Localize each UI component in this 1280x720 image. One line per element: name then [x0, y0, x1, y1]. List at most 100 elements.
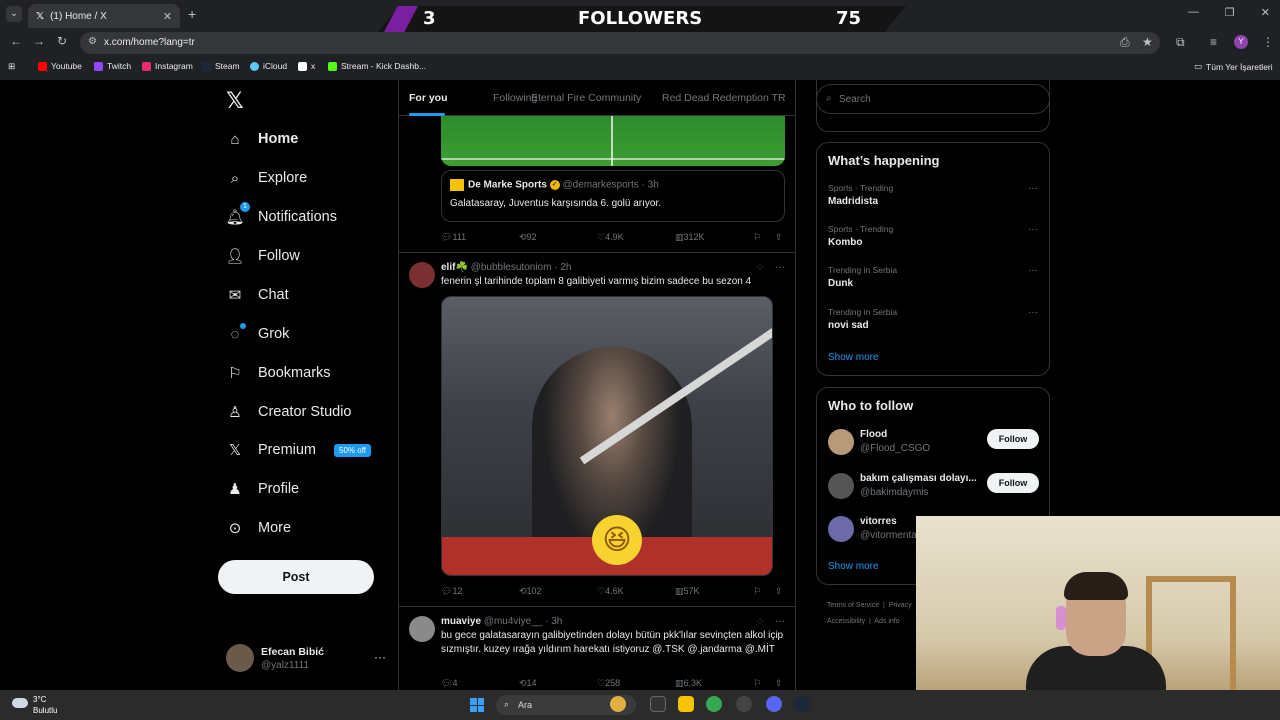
- tweet[interactable]: muaviye @mu4viye__ · 3h ◌ ··· bu gece ga…: [441, 616, 787, 657]
- x-logo-icon[interactable]: 𝕏: [226, 88, 244, 114]
- bookmark-steam[interactable]: Steam: [202, 61, 240, 71]
- more-dots-icon[interactable]: ···: [775, 616, 785, 627]
- share-icon[interactable]: ⇪: [775, 678, 783, 689]
- maximize-icon[interactable]: ❐: [1225, 6, 1235, 19]
- apps-icon[interactable]: ⊞: [8, 61, 15, 72]
- back-icon[interactable]: ←: [10, 34, 22, 48]
- trend-item[interactable]: Trending in Serbia Dunk ···: [828, 265, 1038, 289]
- nav-bookmarks[interactable]: ⚐ Bookmarks: [226, 364, 330, 382]
- close-tab-icon[interactable]: ✕: [163, 10, 172, 23]
- widget-icon[interactable]: [610, 696, 626, 712]
- more-dots-icon[interactable]: ···: [1028, 265, 1038, 276]
- grok-icon[interactable]: ◌: [757, 616, 763, 627]
- nav-follow[interactable]: 👤︎ Follow: [225, 247, 299, 265]
- repost-button[interactable]: ⟲ 92: [519, 232, 537, 243]
- bookmark-star-icon[interactable]: ★: [1142, 35, 1153, 49]
- nav-more[interactable]: ⊙ More: [226, 519, 291, 537]
- avatar[interactable]: [409, 262, 435, 288]
- nav-notifications[interactable]: 🔔︎ 1 Notifications: [225, 202, 337, 226]
- soccer-field-image[interactable]: [441, 116, 785, 166]
- nav-home[interactable]: ⌂ Home: [226, 130, 298, 148]
- trend-item[interactable]: Sports · Trending Madridista ···: [828, 183, 1038, 207]
- more-dots-icon[interactable]: ···: [374, 650, 386, 664]
- install-app-icon[interactable]: ⎙: [1120, 35, 1130, 50]
- nav-premium[interactable]: 𝕏 Premium 50% off: [226, 441, 371, 459]
- task-view-icon[interactable]: [650, 696, 666, 712]
- more-dots-icon[interactable]: ···: [1028, 307, 1038, 318]
- bookmark-instagram[interactable]: Instagram: [142, 61, 193, 71]
- follow-button[interactable]: Follow: [987, 429, 1039, 449]
- nav-creator-studio[interactable]: ♙ Creator Studio: [226, 403, 351, 421]
- tab-for-you[interactable]: For you: [409, 92, 448, 104]
- all-bookmarks[interactable]: ▭ Tüm Yer İşaretleri: [1194, 61, 1273, 72]
- menu-icon[interactable]: ⋮: [1262, 35, 1274, 49]
- reload-icon[interactable]: ↻: [57, 34, 67, 48]
- footer-link[interactable]: Ads info: [874, 618, 899, 625]
- bookmark-icloud[interactable]: iCloud: [250, 61, 287, 71]
- extensions-icon[interactable]: ⧉: [1176, 35, 1185, 50]
- bookmark-youtube[interactable]: Youtube: [38, 61, 82, 71]
- bookmark-icon[interactable]: ⚐: [753, 586, 761, 597]
- windows-start-icon[interactable]: [470, 698, 484, 712]
- bookmark-x[interactable]: x: [298, 61, 315, 71]
- post-button[interactable]: Post: [218, 560, 374, 594]
- tweet[interactable]: elif☘️ @bubblesutoniom · 2h ◌ ··· feneri…: [441, 262, 787, 289]
- quoted-tweet[interactable]: De Marke Sports ✓ @demarkesports · 3h Ga…: [441, 170, 785, 222]
- media-icon[interactable]: ≡: [1210, 35, 1217, 49]
- tweet-media[interactable]: 😆︎: [441, 296, 773, 576]
- address-bar[interactable]: ⚙ x.com/home?lang=tr: [80, 32, 1160, 54]
- like-button[interactable]: ♡ 4.6K: [597, 586, 624, 597]
- trend-item[interactable]: Sports · Trending Kombo ···: [828, 224, 1038, 248]
- show-more-link[interactable]: Show more: [828, 561, 879, 572]
- tab-red-dead[interactable]: Red Dead Redemption TR: [662, 92, 786, 104]
- nav-explore[interactable]: ⌕ Explore: [226, 169, 307, 187]
- account-switcher[interactable]: Efecan Bibić @yalz1111 ···: [226, 642, 386, 672]
- share-icon[interactable]: ⇪: [775, 586, 783, 597]
- nav-chat[interactable]: ✉ Chat: [226, 286, 289, 304]
- minimize-icon[interactable]: —: [1188, 6, 1199, 19]
- more-dots-icon[interactable]: ···: [775, 262, 785, 273]
- search-input[interactable]: ⌕ Search: [816, 84, 1050, 114]
- tab-eternal-fire[interactable]: Eternal Fire Community: [531, 92, 641, 104]
- avatar[interactable]: [409, 616, 435, 642]
- reply-button[interactable]: 💬︎ 111: [441, 232, 466, 243]
- like-button[interactable]: ♡ 4.9K: [597, 232, 624, 243]
- site-info-icon[interactable]: ⚙: [88, 36, 97, 47]
- new-tab-icon[interactable]: +: [188, 6, 196, 22]
- bookmark-kick[interactable]: Stream - Kick Dashb...: [328, 61, 426, 71]
- trend-item[interactable]: Trending in Serbia novi sad ···: [828, 307, 1038, 331]
- footer-link[interactable]: Privacy: [889, 602, 912, 609]
- like-button[interactable]: ♡ 258: [597, 678, 620, 689]
- bookmark-icon[interactable]: ⚐: [753, 678, 761, 689]
- browser-tab[interactable]: 𝕏 (1) Home / X ✕: [28, 4, 180, 28]
- share-icon[interactable]: ⇪: [775, 232, 783, 243]
- views-button[interactable]: ▥ 57K: [675, 586, 700, 597]
- footer-link[interactable]: Accessibility: [827, 618, 865, 625]
- nav-profile[interactable]: ♟ Profile: [226, 480, 299, 498]
- reply-button[interactable]: 💬︎ 12: [441, 586, 462, 597]
- file-explorer-icon[interactable]: [678, 696, 694, 712]
- obs-icon[interactable]: [736, 696, 752, 712]
- close-window-icon[interactable]: ✕: [1261, 6, 1270, 19]
- chrome-icon[interactable]: [706, 696, 722, 712]
- profile-avatar[interactable]: Y: [1234, 35, 1248, 49]
- more-dots-icon[interactable]: ···: [1028, 224, 1038, 235]
- steam-icon[interactable]: [794, 696, 810, 712]
- views-button[interactable]: ▥ 6.3K: [675, 678, 702, 689]
- footer-link[interactable]: Terms of Service: [827, 602, 879, 609]
- bookmark-twitch[interactable]: Twitch: [94, 61, 131, 71]
- repost-button[interactable]: ⟲ 14: [519, 678, 537, 689]
- views-button[interactable]: ▥ 312K: [675, 232, 705, 243]
- repost-button[interactable]: ⟲ 102: [519, 586, 542, 597]
- discord-icon[interactable]: [766, 696, 782, 712]
- grok-icon[interactable]: ◌: [757, 262, 763, 273]
- bookmark-icon[interactable]: ⚐: [753, 232, 761, 243]
- follow-suggestion[interactable]: bakım çalışması dolayı... @bakimdaymis F…: [828, 473, 1040, 503]
- show-more-link[interactable]: Show more: [828, 352, 879, 363]
- reply-button[interactable]: 💬︎ 4: [441, 678, 457, 689]
- more-dots-icon[interactable]: ···: [1028, 183, 1038, 194]
- follow-suggestion[interactable]: Flood @Flood_CSGO Follow: [828, 429, 1040, 459]
- nav-grok[interactable]: ◌ Grok: [226, 323, 289, 343]
- follow-button[interactable]: Follow: [987, 473, 1039, 493]
- forward-icon[interactable]: →: [33, 34, 45, 48]
